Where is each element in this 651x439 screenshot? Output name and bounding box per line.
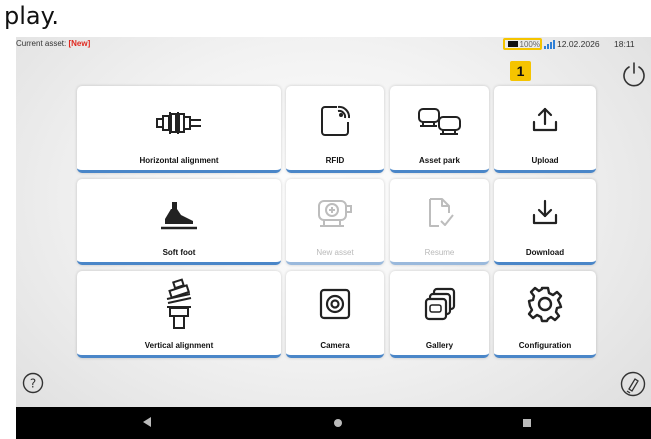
power-icon[interactable] <box>620 60 648 88</box>
new-asset-icon <box>318 200 352 227</box>
signal-icon <box>544 40 555 49</box>
download-button[interactable]: Download <box>494 179 596 265</box>
gallery-label: Gallery <box>425 341 454 350</box>
status-bar: Current asset: [New] 100% 12.02.2026 18:… <box>16 37 651 53</box>
configuration-label: Configuration <box>518 341 572 350</box>
camera-label: Camera <box>320 341 350 350</box>
horizontal-alignment-button[interactable]: Horizontal alignment <box>77 86 281 173</box>
status-time: 18:11 <box>614 39 635 49</box>
vertical-alignment-label: Vertical alignment <box>144 341 214 350</box>
soft-foot-label: Soft foot <box>162 248 196 257</box>
new-asset-button[interactable]: New asset <box>286 179 384 265</box>
vertical-alignment-icon <box>166 278 192 329</box>
recent-apps-icon[interactable] <box>523 419 531 427</box>
asset-park-icon <box>417 108 461 135</box>
status-date: 12.02.2026 <box>557 39 600 49</box>
horizontal-alignment-icon <box>156 112 201 134</box>
caption-text: play. <box>4 2 60 30</box>
camera-icon <box>319 288 351 320</box>
rfid-button[interactable]: RFID <box>286 86 384 173</box>
device-screen: Current asset: [New] 100% 12.02.2026 18:… <box>16 37 651 439</box>
current-asset-text: Current asset: <box>16 39 69 48</box>
battery-icon <box>508 41 518 47</box>
gear-icon <box>527 286 563 323</box>
back-icon[interactable] <box>143 417 151 427</box>
android-nav-bar <box>16 407 651 439</box>
help-icon[interactable]: ? <box>22 372 44 394</box>
soft-foot-button[interactable]: Soft foot <box>77 179 281 265</box>
camera-button[interactable]: Camera <box>286 271 384 358</box>
download-icon <box>532 199 558 225</box>
vertical-alignment-button[interactable]: Vertical alignment <box>77 271 281 358</box>
resume-button[interactable]: Resume <box>390 179 489 265</box>
current-asset-value: [New] <box>68 39 91 48</box>
new-asset-label: New asset <box>316 248 354 257</box>
soft-foot-icon <box>161 202 197 230</box>
resume-icon <box>428 198 454 227</box>
download-label: Download <box>525 248 565 257</box>
rfid-label: RFID <box>325 156 345 165</box>
rfid-icon <box>321 105 351 136</box>
battery-percent: 100% <box>519 39 540 49</box>
flashlight-icon[interactable] <box>620 371 646 397</box>
current-asset-label: Current asset: [New] <box>16 39 90 48</box>
configuration-button[interactable]: Configuration <box>494 271 596 358</box>
upload-icon <box>532 107 558 132</box>
upload-label: Upload <box>531 156 559 165</box>
callout-badge: 1 <box>510 61 531 81</box>
gallery-button[interactable]: Gallery <box>390 271 489 358</box>
battery-indicator-highlight: 100% <box>503 38 542 50</box>
horizontal-alignment-label: Horizontal alignment <box>139 156 219 165</box>
resume-label: Resume <box>424 248 455 257</box>
home-icon[interactable] <box>334 419 342 427</box>
asset-park-label: Asset park <box>419 156 460 165</box>
asset-park-button[interactable]: Asset park <box>390 86 489 173</box>
upload-button[interactable]: Upload <box>494 86 596 173</box>
gallery-icon <box>424 287 455 321</box>
svg-text:?: ? <box>30 377 36 391</box>
